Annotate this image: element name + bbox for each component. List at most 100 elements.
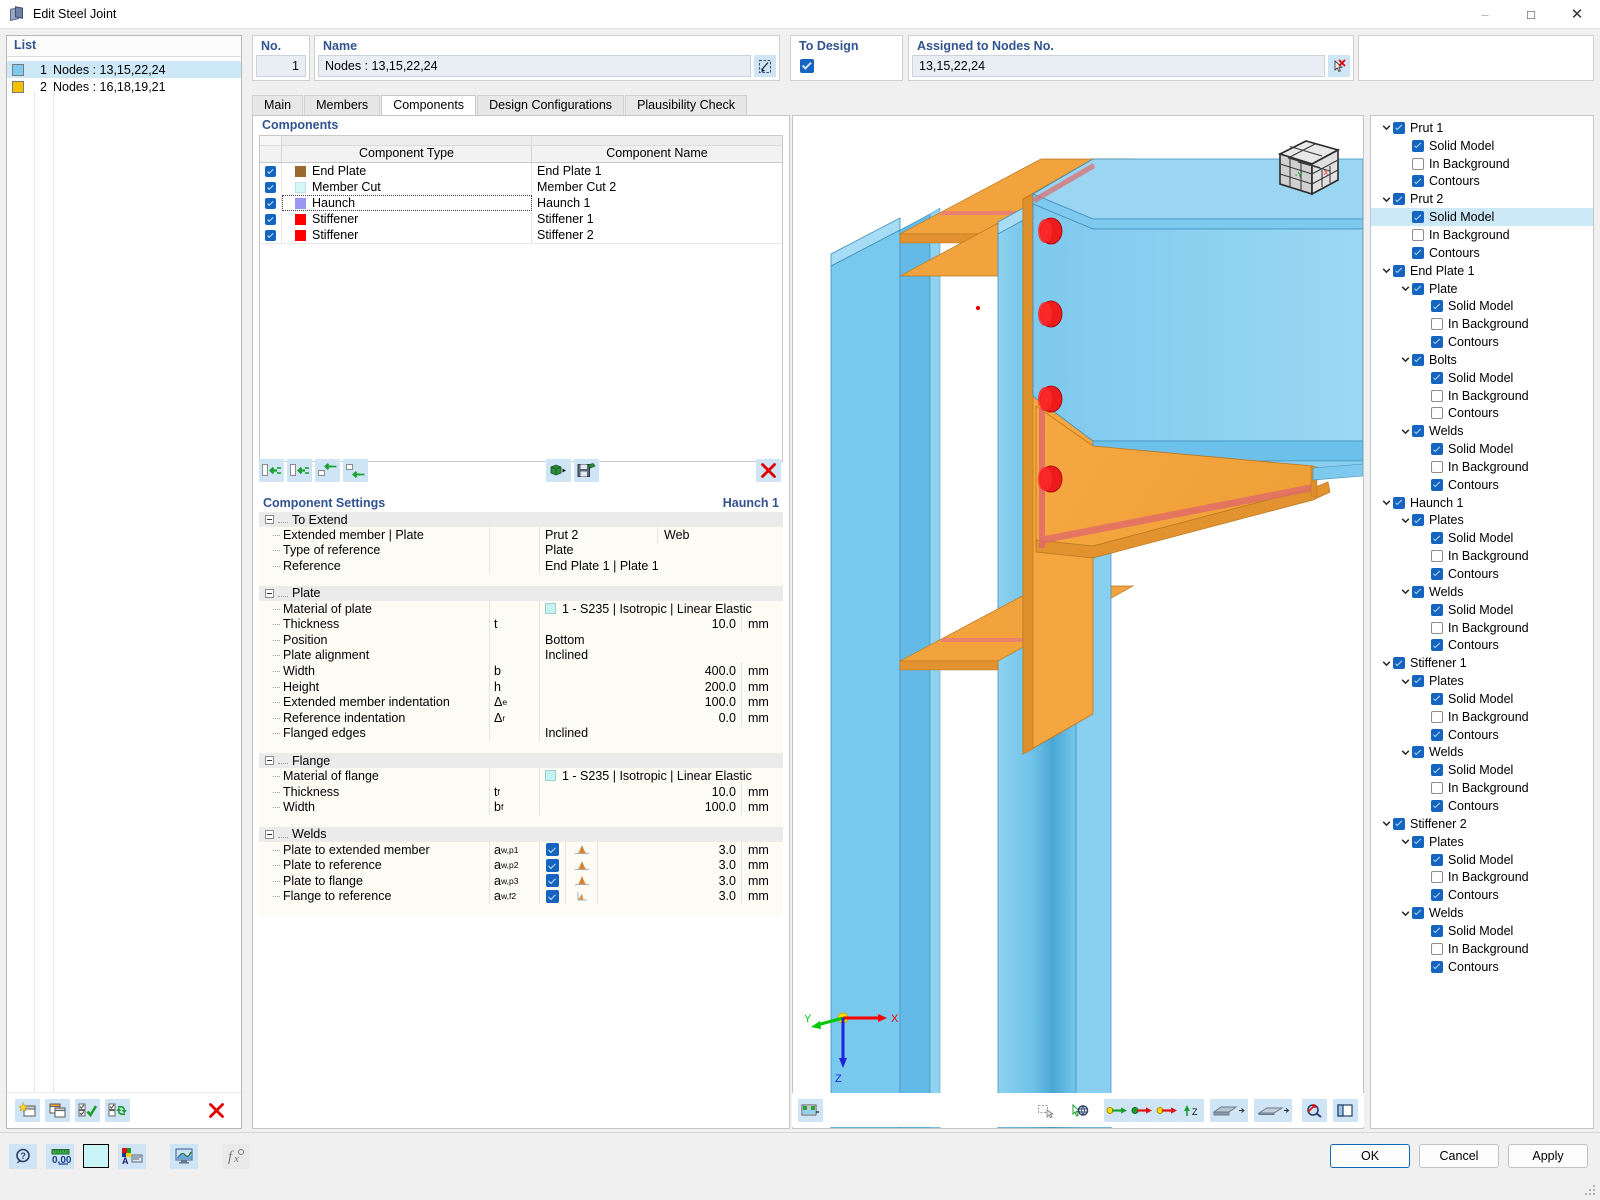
tree-node-checkbox[interactable] <box>1431 729 1443 741</box>
tree-node[interactable]: Solid Model <box>1371 922 1593 940</box>
settings-section-header[interactable]: Welds <box>259 827 783 842</box>
tree-node[interactable]: Welds <box>1371 422 1593 440</box>
component-enabled-checkbox[interactable] <box>260 195 282 211</box>
settings-row[interactable]: ReferenceEnd Plate 1 | Plate 1 <box>259 558 783 574</box>
settings-section-header[interactable]: Flange <box>259 753 783 768</box>
tree-node-checkbox[interactable] <box>1412 229 1424 241</box>
close-button[interactable]: ✕ <box>1554 0 1600 29</box>
name-input[interactable]: Nodes : 13,15,22,24 <box>318 55 751 77</box>
tree-node[interactable]: Solid Model <box>1371 601 1593 619</box>
chevron-down-icon[interactable] <box>1399 907 1412 920</box>
collapse-icon[interactable] <box>265 589 274 598</box>
tree-node[interactable]: Contours <box>1371 797 1593 815</box>
tree-node-checkbox[interactable] <box>1431 711 1443 723</box>
tree-node[interactable]: In Background <box>1371 619 1593 637</box>
tree-node[interactable]: Plates <box>1371 833 1593 851</box>
settings-row-value[interactable]: Prut 2 <box>539 527 657 543</box>
settings-row[interactable]: Material of flange1 - S235 | Isotropic |… <box>259 768 783 784</box>
chevron-down-icon[interactable] <box>1380 121 1393 134</box>
tree-node[interactable]: Contours <box>1371 476 1593 494</box>
section-plane-icon[interactable] <box>1210 1099 1248 1122</box>
tree-node-checkbox[interactable] <box>1431 639 1443 651</box>
tree-node[interactable]: Contours <box>1371 173 1593 191</box>
tree-node-checkbox[interactable] <box>1412 586 1424 598</box>
tree-node[interactable]: In Background <box>1371 315 1593 333</box>
tree-node-checkbox[interactable] <box>1431 461 1443 473</box>
tree-node[interactable]: Contours <box>1371 244 1593 262</box>
settings-section-header[interactable]: Plate <box>259 586 783 601</box>
settings-row-value[interactable]: Inclined <box>539 648 783 664</box>
settings-row[interactable]: Heighth200.0mm <box>259 679 783 695</box>
tree-node[interactable]: Solid Model <box>1371 690 1593 708</box>
tree-node-checkbox[interactable] <box>1431 336 1443 348</box>
tree-node-checkbox[interactable] <box>1431 693 1443 705</box>
component-row[interactable]: StiffenerStiffener 1 <box>260 211 782 227</box>
weld-enabled-checkbox[interactable] <box>539 889 565 905</box>
tree-node[interactable]: In Background <box>1371 226 1593 244</box>
tree-node-checkbox[interactable] <box>1412 675 1424 687</box>
settings-row-number[interactable]: 10.0 <box>539 784 741 800</box>
settings-row-number[interactable]: 10.0 <box>539 616 741 632</box>
settings-row-value[interactable]: Inclined <box>539 726 783 742</box>
resize-grip[interactable] <box>1585 1185 1597 1197</box>
tree-node-checkbox[interactable] <box>1431 568 1443 580</box>
color-swatch-icon[interactable] <box>83 1144 109 1168</box>
settings-row-value[interactable]: 1 - S235 | Isotropic | Linear Elastic <box>539 601 783 617</box>
settings-row-number[interactable]: 100.0 <box>539 799 741 815</box>
tree-node[interactable]: Solid Model <box>1371 440 1593 458</box>
chevron-down-icon[interactable] <box>1380 264 1393 277</box>
tree-node[interactable]: In Background <box>1371 458 1593 476</box>
tree-node[interactable]: Haunch 1 <box>1371 494 1593 512</box>
tab-design-configurations[interactable]: Design Configurations <box>477 95 624 115</box>
pan-icon[interactable] <box>1067 1099 1092 1122</box>
view-x-icon[interactable] <box>1104 1099 1129 1122</box>
tree-node[interactable]: Contours <box>1371 565 1593 583</box>
chevron-down-icon[interactable] <box>1399 746 1412 759</box>
settings-row[interactable]: Flanged edgesInclined <box>259 726 783 742</box>
tree-node-checkbox[interactable] <box>1393 122 1405 134</box>
fillet-weld-icon[interactable] <box>565 873 597 889</box>
chevron-down-icon[interactable] <box>1380 657 1393 670</box>
units-icon[interactable]: 0,00 <box>46 1144 74 1169</box>
insert-component-icon[interactable] <box>287 459 312 482</box>
tree-node-checkbox[interactable] <box>1412 247 1424 259</box>
settings-row[interactable]: Plate to referenceaw,p23.0mm <box>259 858 783 874</box>
tab-plausibility-check[interactable]: Plausibility Check <box>625 95 747 115</box>
tree-node-checkbox[interactable] <box>1393 657 1405 669</box>
ok-button[interactable]: OK <box>1330 1144 1410 1168</box>
settings-row[interactable]: Material of plate1 - S235 | Isotropic | … <box>259 601 783 617</box>
chevron-down-icon[interactable] <box>1380 193 1393 206</box>
settings-row[interactable]: Plate to flangeaw,p33.0mm <box>259 873 783 889</box>
tree-node-checkbox[interactable] <box>1431 604 1443 616</box>
tree-node-checkbox[interactable] <box>1412 425 1424 437</box>
component-row[interactable]: HaunchHaunch 1 <box>260 195 782 211</box>
settings-row[interactable]: Widthbf100.0mm <box>259 799 783 815</box>
settings-row-number[interactable]: 3.0 <box>597 873 741 889</box>
tree-node-checkbox[interactable] <box>1412 283 1424 295</box>
tree-node-checkbox[interactable] <box>1412 514 1424 526</box>
tree-node[interactable]: Contours <box>1371 405 1593 423</box>
tree-node-checkbox[interactable] <box>1412 907 1424 919</box>
component-enabled-checkbox[interactable] <box>260 163 282 179</box>
legend-icon[interactable]: A <box>118 1144 146 1169</box>
settings-section-header[interactable]: To Extend <box>259 512 783 527</box>
tree-node[interactable]: Plates <box>1371 672 1593 690</box>
tree-node-checkbox[interactable] <box>1431 961 1443 973</box>
tree-node[interactable]: Prut 1 <box>1371 119 1593 137</box>
tree-node[interactable]: Solid Model <box>1371 761 1593 779</box>
tree-node[interactable]: In Background <box>1371 708 1593 726</box>
number-input[interactable]: 1 <box>256 55 306 77</box>
duplicate-joint-icon[interactable] <box>45 1099 70 1122</box>
to-design-checkbox[interactable] <box>800 59 814 73</box>
tree-node[interactable]: Contours <box>1371 958 1593 976</box>
tree-node[interactable]: In Background <box>1371 155 1593 173</box>
chevron-down-icon[interactable] <box>1380 496 1393 509</box>
collapse-icon[interactable] <box>265 756 274 765</box>
view-settings-icon[interactable] <box>170 1144 198 1169</box>
tree-node-checkbox[interactable] <box>1393 265 1405 277</box>
chevron-down-icon[interactable] <box>1399 282 1412 295</box>
tree-node-checkbox[interactable] <box>1393 818 1405 830</box>
component-enabled-checkbox[interactable] <box>260 179 282 195</box>
collapse-icon[interactable] <box>265 515 274 524</box>
tree-node[interactable]: End Plate 1 <box>1371 262 1593 280</box>
